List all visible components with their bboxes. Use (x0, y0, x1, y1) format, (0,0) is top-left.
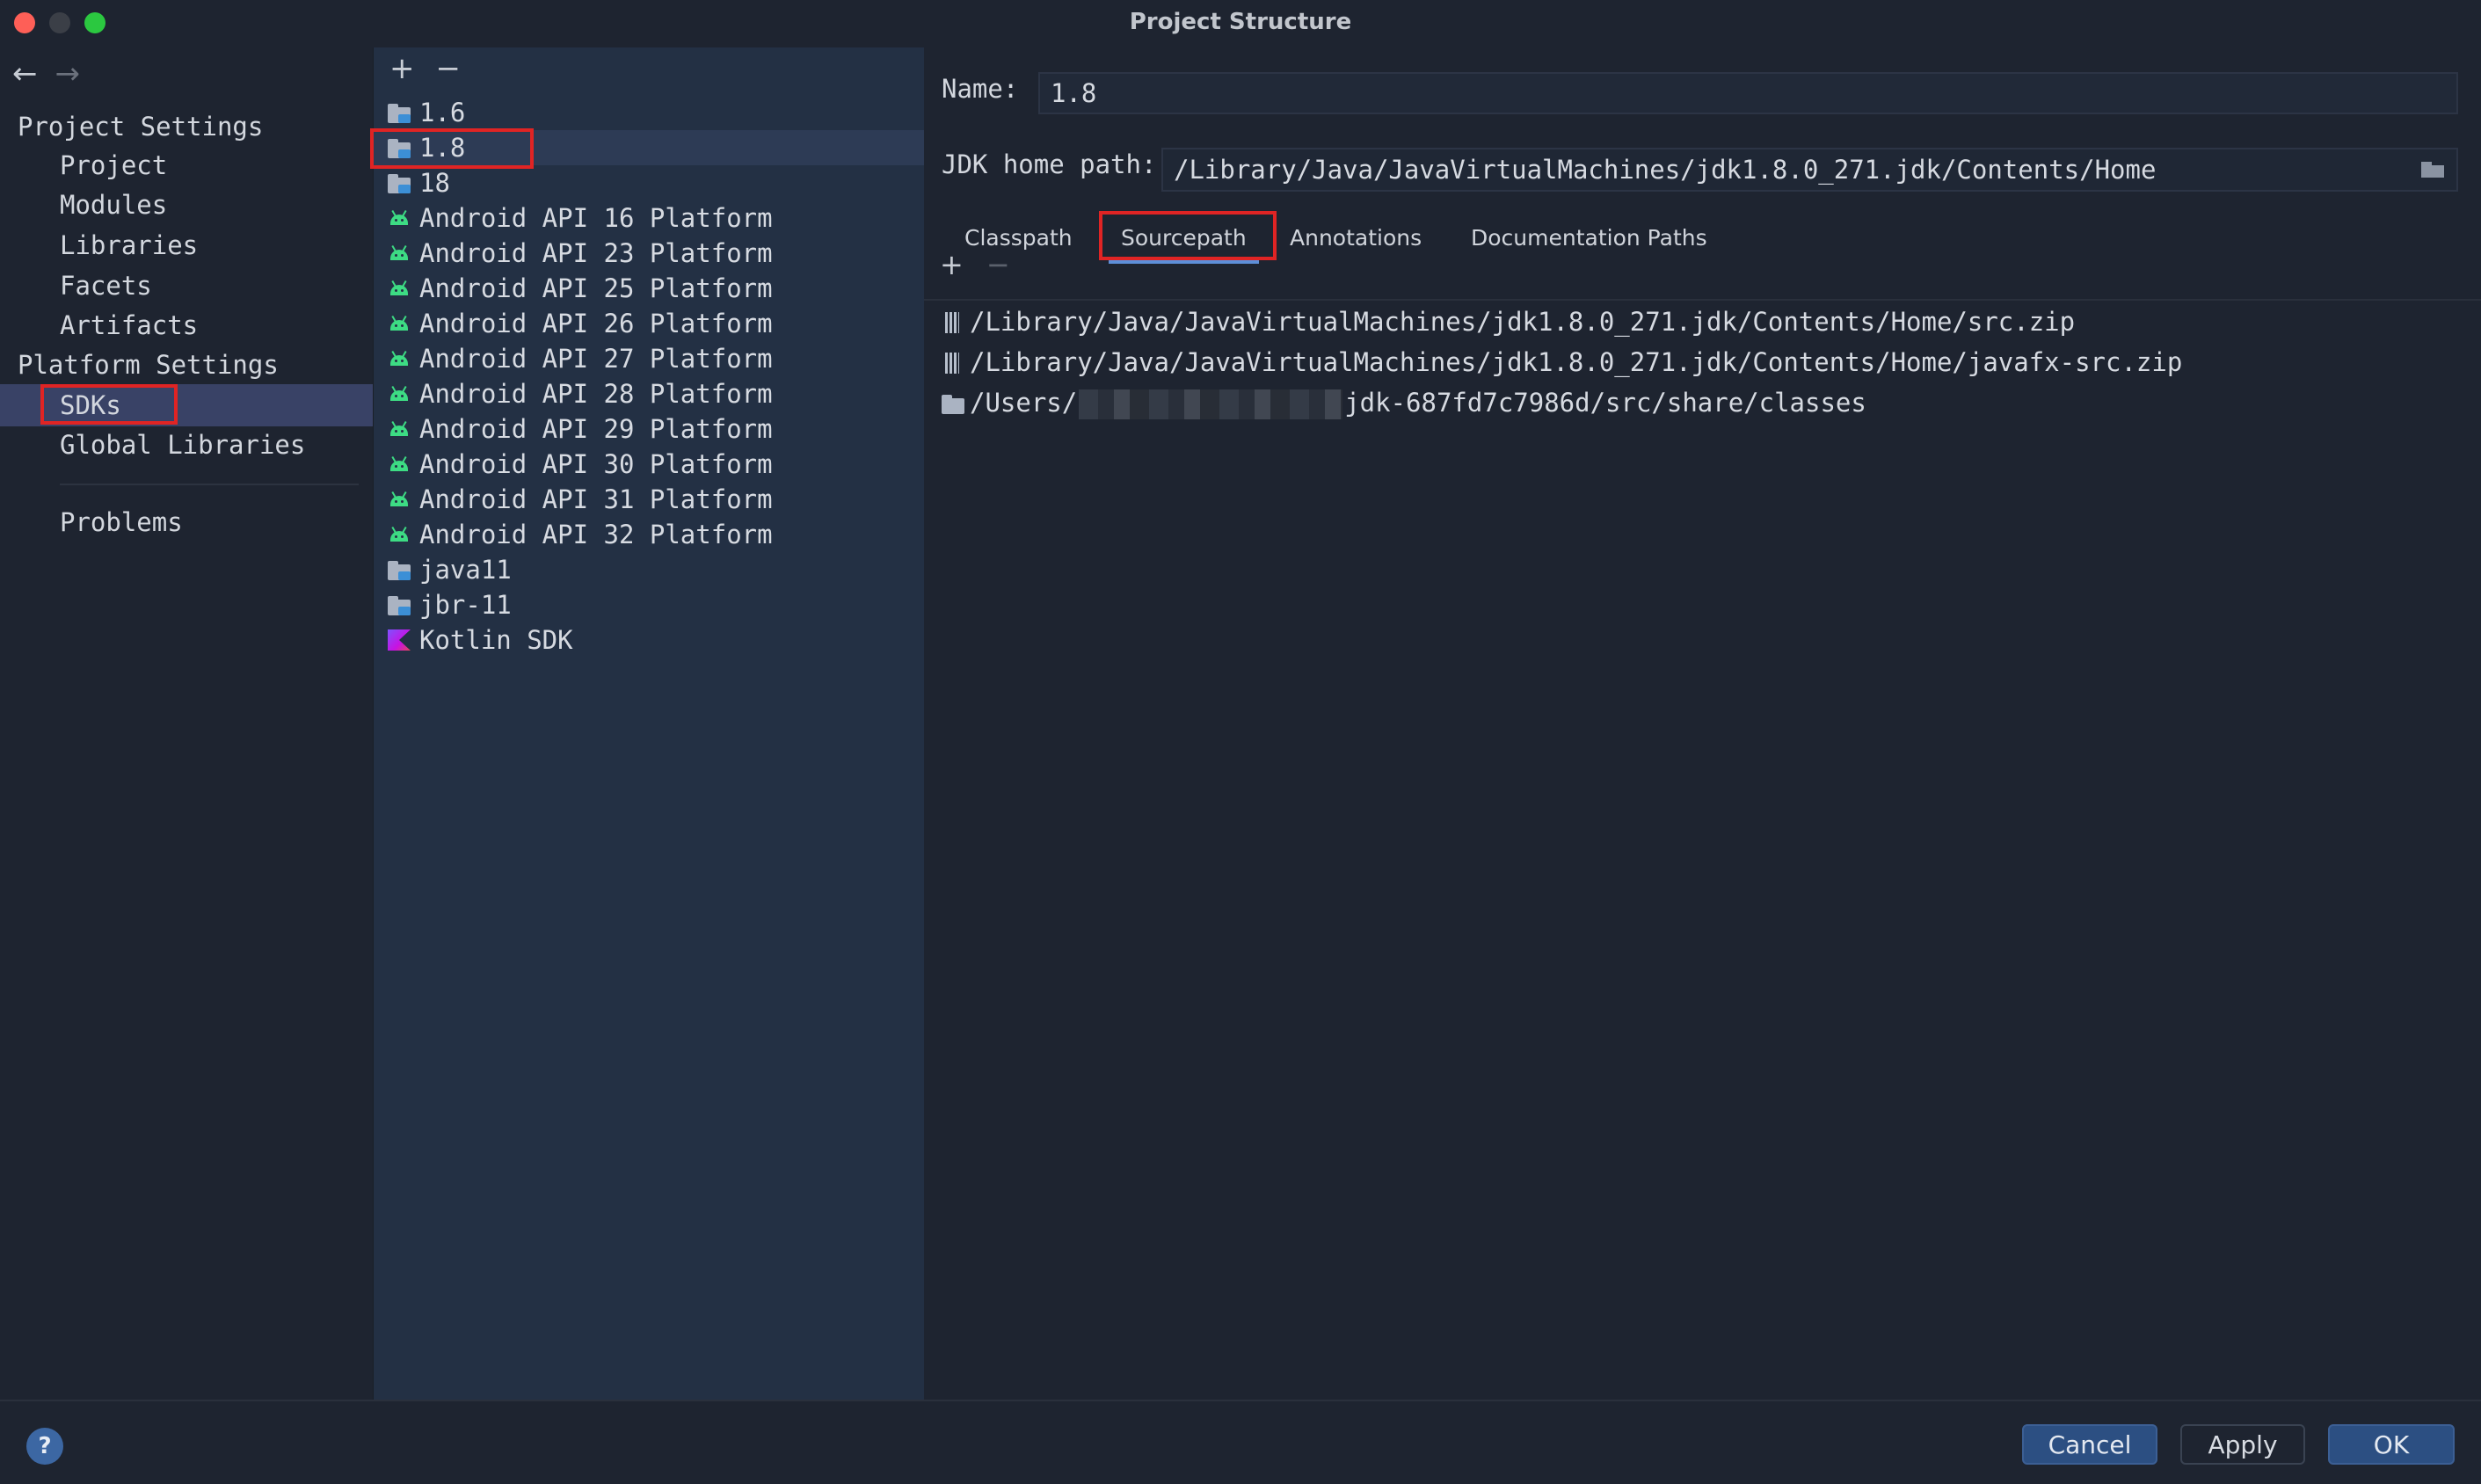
remove-path-button[interactable]: − (986, 248, 1010, 281)
android-icon (388, 348, 411, 369)
browse-folder-icon[interactable] (2421, 162, 2444, 178)
sdk-item-label: Android API 16 Platform (419, 203, 773, 233)
sdk-item-label: Android API 28 Platform (419, 379, 773, 409)
sdk-item-label: java11 (419, 555, 512, 585)
android-icon (388, 489, 411, 510)
jdk-folder-icon (388, 594, 411, 615)
sdk-item-label: Android API 31 Platform (419, 484, 773, 514)
android-icon (388, 243, 411, 264)
sdk-item-label: jbr-11 (419, 590, 512, 620)
apply-button[interactable]: Apply (2180, 1424, 2305, 1465)
help-icon[interactable]: ? (26, 1428, 63, 1465)
path-text: /Library/Java/JavaVirtualMachines/jdk1.8… (970, 347, 2183, 377)
android-icon (388, 383, 411, 404)
jdk-home-label: JDK home path: (942, 149, 1157, 179)
sdk-item-android-16[interactable]: Android API 16 Platform (374, 200, 924, 236)
sdk-item-android-32[interactable]: Android API 32 Platform (374, 517, 924, 552)
nav-item-libraries[interactable]: Libraries (60, 226, 198, 265)
sdk-item-label: 18 (419, 168, 450, 198)
nav-item-artifacts[interactable]: Artifacts (60, 306, 198, 345)
sdk-item-label: Kotlin SDK (419, 625, 573, 655)
name-label: Name: (942, 74, 1019, 104)
kotlin-icon (388, 629, 411, 651)
sdk-item-label: 1.6 (419, 98, 466, 127)
sdk-item-android-27[interactable]: Android API 27 Platform (374, 341, 924, 376)
sdk-item-android-26[interactable]: Android API 26 Platform (374, 306, 924, 341)
sdk-item-android-29[interactable]: Android API 29 Platform (374, 411, 924, 447)
android-icon (388, 418, 411, 440)
android-icon (388, 278, 411, 299)
name-field[interactable]: 1.8 (1038, 72, 2458, 114)
paths-divider (924, 299, 2481, 301)
sdk-item-1-8[interactable]: 1.8 (374, 130, 924, 165)
jar-icon (942, 312, 963, 333)
nav-item-problems[interactable]: Problems (60, 503, 183, 542)
tab-sourcepath[interactable]: Sourcepath (1109, 220, 1259, 264)
add-sdk-button[interactable]: + (389, 51, 415, 86)
sdk-item-android-28[interactable]: Android API 28 Platform (374, 376, 924, 411)
arrow-right-icon[interactable]: → (55, 56, 81, 91)
path-text: /Users/jdk-687fd7c7986d/src/share/classe… (970, 388, 1866, 419)
sdk-list-panel: + − 1.6 1.8 18 Android API 16 Platform An… (370, 47, 925, 1400)
remove-sdk-button[interactable]: − (436, 51, 462, 86)
nav-divider (60, 484, 359, 485)
nav-item-facets[interactable]: Facets (60, 266, 152, 305)
android-icon (388, 454, 411, 475)
nav-item-global-libraries[interactable]: Global Libraries (60, 426, 305, 464)
nav-section-platform-settings: Platform Settings (18, 350, 279, 380)
tab-annotations[interactable]: Annotations (1290, 220, 1422, 257)
android-icon (388, 524, 411, 545)
nav-section-project-settings: Project Settings (18, 112, 264, 142)
jdk-folder-icon (388, 172, 411, 193)
sdk-item-label: Android API 27 Platform (419, 344, 773, 374)
path-tabs: Classpath Sourcepath Annotations Documen… (924, 207, 2481, 301)
cancel-button[interactable]: Cancel (2022, 1424, 2157, 1465)
sdk-item-java11[interactable]: java11 (374, 552, 924, 587)
project-structure-window: Project Structure ← → Project Settings Pr… (0, 0, 2481, 1484)
path-text: /Library/Java/JavaVirtualMachines/jdk1.8… (970, 307, 2076, 337)
sdk-item-1-6[interactable]: 1.6 (374, 95, 924, 130)
jdk-folder-icon (388, 137, 411, 158)
android-icon (388, 313, 411, 334)
ok-button[interactable]: OK (2328, 1424, 2455, 1465)
sdk-item-label: Android API 29 Platform (419, 414, 773, 444)
sdk-item-label: 1.8 (419, 133, 466, 163)
jdk-home-value: /Library/Java/JavaVirtualMachines/jdk1.8… (1174, 155, 2157, 185)
jdk-folder-icon (388, 559, 411, 580)
nav-item-project[interactable]: Project (60, 146, 167, 185)
sdk-item-label: Android API 30 Platform (419, 449, 773, 479)
sdk-item-18[interactable]: 18 (374, 165, 924, 200)
folder-icon (942, 393, 964, 414)
sdk-item-label: Android API 32 Platform (419, 520, 773, 549)
sdk-item-kotlin[interactable]: Kotlin SDK (374, 622, 924, 658)
nav-item-sdks[interactable]: SDKs (60, 386, 121, 425)
jdk-home-field[interactable]: /Library/Java/JavaVirtualMachines/jdk1.8… (1161, 148, 2458, 192)
nav-item-modules[interactable]: Modules (60, 186, 167, 224)
android-icon (388, 207, 411, 229)
dialog-footer: ? Cancel Apply OK (0, 1400, 2481, 1484)
arrow-left-icon[interactable]: ← (12, 56, 38, 91)
sdk-detail-panel: Name: 1.8 JDK home path: /Library/Java/J… (924, 47, 2481, 1400)
nav-arrows: ← → (12, 56, 80, 91)
sdk-item-android-23[interactable]: Android API 23 Platform (374, 236, 924, 271)
paths-toolbar: + − (940, 248, 1010, 281)
jar-icon (942, 353, 963, 374)
sdk-item-jbr-11[interactable]: jbr-11 (374, 587, 924, 622)
redacted-username (1079, 389, 1343, 419)
jdk-folder-icon (388, 102, 411, 123)
nav-selection-highlight (0, 384, 373, 426)
sdk-item-android-30[interactable]: Android API 30 Platform (374, 447, 924, 482)
add-path-button[interactable]: + (940, 248, 964, 281)
settings-nav: ← → Project Settings Project Modules Libr… (0, 47, 373, 1400)
sdk-item-label: Android API 25 Platform (419, 273, 773, 303)
window-title: Project Structure (1129, 9, 1352, 35)
sdk-item-android-25[interactable]: Android API 25 Platform (374, 271, 924, 306)
sdk-list-toolbar: + − (389, 51, 482, 86)
sdk-item-label: Android API 23 Platform (419, 238, 773, 268)
sdk-item-label: Android API 26 Platform (419, 309, 773, 338)
title-bar: Project Structure (0, 0, 2481, 47)
sdk-item-android-31[interactable]: Android API 31 Platform (374, 482, 924, 517)
tab-documentation-paths[interactable]: Documentation Paths (1471, 220, 1707, 257)
